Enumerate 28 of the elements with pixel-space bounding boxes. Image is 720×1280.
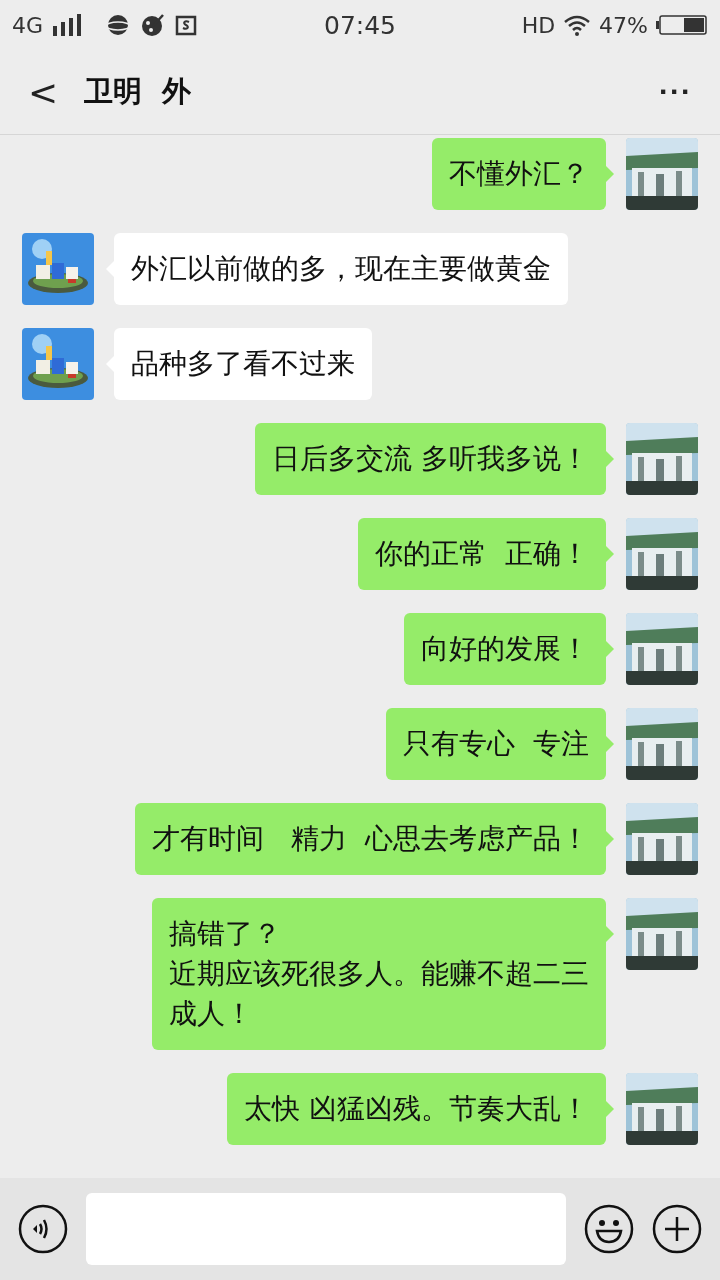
- chat-title: 卫明 外: [84, 73, 193, 110]
- voice-icon[interactable]: [18, 1204, 68, 1254]
- clock: 07:45: [324, 10, 397, 40]
- message-text: 搞错了？: [169, 916, 282, 952]
- emoji-icon[interactable]: [584, 1204, 634, 1254]
- signal-icon: [53, 14, 84, 36]
- message-text: 成人！: [169, 996, 254, 1032]
- battery-percent: 47%: [599, 12, 648, 38]
- hd-indicator: HD: [521, 12, 556, 38]
- network-type: 4G: [12, 12, 44, 38]
- message-text: 近期应该死很多人。能赚不超二三: [169, 956, 589, 992]
- palette-icon: [141, 13, 166, 37]
- app-icon: [175, 14, 198, 36]
- more-button[interactable]: ···: [653, 74, 698, 110]
- message-text: 你的正常 正确！: [375, 536, 589, 572]
- message-text: 不懂外汇？: [449, 156, 589, 192]
- battery-icon: [656, 14, 708, 36]
- message-text: 才有时间 精力 心思去考虑产品！: [152, 821, 589, 857]
- message-text: 只有专心 专注: [403, 726, 589, 762]
- message-text: 向好的发展！: [421, 631, 589, 667]
- message-text: 日后多交流 多听我多说！: [272, 441, 589, 477]
- message-text: 品种多了看不过来: [131, 346, 355, 382]
- wifi-icon: [563, 14, 592, 36]
- message-text: 外汇以前做的多，现在主要做黄金: [131, 251, 551, 287]
- message-text: 太快 凶猛凶残。节奏大乱！: [244, 1091, 589, 1127]
- message-input[interactable]: [86, 1193, 566, 1265]
- back-button[interactable]: <: [22, 71, 65, 113]
- plus-icon[interactable]: [652, 1204, 702, 1254]
